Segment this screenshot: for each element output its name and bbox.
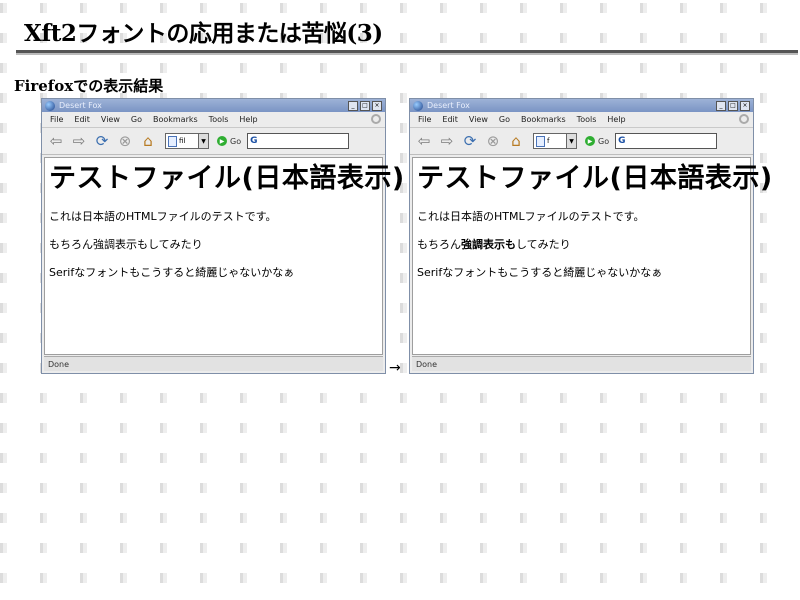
content-line-1: これは日本語のHTMLファイルのテストです。 bbox=[49, 210, 277, 223]
menu-tools[interactable]: Tools bbox=[577, 115, 597, 124]
back-arrow-icon[interactable]: ⇦ bbox=[414, 132, 434, 150]
menu-bookmarks[interactable]: Bookmarks bbox=[153, 115, 198, 124]
menu-bar: File Edit View Go Bookmarks Tools Help bbox=[42, 112, 385, 128]
menu-go[interactable]: Go bbox=[131, 115, 142, 124]
close-icon[interactable]: × bbox=[740, 100, 750, 111]
content-heading: テストファイル(日本語表示) bbox=[417, 163, 773, 194]
go-button[interactable]: ▶ Go bbox=[585, 136, 609, 146]
firefox-logo-icon bbox=[413, 100, 423, 111]
menu-file[interactable]: File bbox=[50, 115, 63, 124]
menu-view[interactable]: View bbox=[101, 115, 120, 124]
status-text: Done bbox=[48, 359, 70, 369]
section-label: Firefoxでの表示結果 bbox=[14, 77, 164, 95]
go-label: Go bbox=[230, 136, 242, 146]
stop-icon[interactable]: ⊗ bbox=[115, 132, 135, 150]
content-line-2: もちろん強調表示もしてみたり bbox=[417, 238, 571, 251]
browser-window-right: Desert Fox _ □ × File Edit View Go Bookm… bbox=[409, 98, 773, 374]
menu-edit[interactable]: Edit bbox=[442, 115, 458, 124]
menu-help[interactable]: Help bbox=[607, 115, 625, 124]
firefox-logo-icon bbox=[45, 100, 55, 111]
url-input[interactable]: f bbox=[533, 133, 567, 149]
title-divider bbox=[16, 50, 798, 53]
home-icon[interactable]: ⌂ bbox=[138, 132, 158, 150]
go-label: Go bbox=[598, 136, 610, 146]
google-search-icon: G bbox=[618, 136, 626, 146]
menu-file[interactable]: File bbox=[418, 115, 431, 124]
forward-arrow-icon[interactable]: ⇨ bbox=[69, 132, 89, 150]
go-button[interactable]: ▶ Go bbox=[217, 136, 241, 146]
menu-view[interactable]: View bbox=[469, 115, 488, 124]
menu-bar: File Edit View Go Bookmarks Tools Help bbox=[410, 112, 753, 128]
search-input[interactable]: G bbox=[247, 133, 350, 149]
minimize-icon[interactable]: _ bbox=[716, 100, 726, 111]
page-icon bbox=[168, 135, 177, 147]
close-icon[interactable]: × bbox=[372, 100, 382, 111]
reload-icon[interactable]: ⟳ bbox=[460, 132, 480, 150]
url-text: fil bbox=[179, 137, 186, 145]
status-bar: Done bbox=[412, 356, 751, 371]
menu-go[interactable]: Go bbox=[499, 115, 510, 124]
navigation-toolbar: ⇦ ⇨ ⟳ ⊗ ⌂ f ▼ ▶ Go G bbox=[410, 128, 753, 155]
menu-tools[interactable]: Tools bbox=[209, 115, 229, 124]
content-line-2: もちろん強調表示もしてみたり bbox=[49, 238, 203, 251]
content-line-3: Serifなフォントもこうすると綺麗じゃないかなぁ bbox=[417, 266, 663, 279]
page-content: テストファイル(日本語表示) これは日本語のHTMLファイルのテストです。 もち… bbox=[412, 157, 773, 355]
content-line-3: Serifなフォントもこうすると綺麗じゃないかなぁ bbox=[49, 266, 295, 279]
content-heading: テストファイル(日本語表示) bbox=[49, 163, 405, 194]
menu-help[interactable]: Help bbox=[239, 115, 257, 124]
url-dropdown-button[interactable]: ▼ bbox=[199, 133, 209, 149]
page-title: Xft2フォントの応用または苦悩(3) bbox=[24, 20, 383, 47]
back-arrow-icon[interactable]: ⇦ bbox=[46, 132, 66, 150]
browser-window-left: Desert Fox _ □ × File Edit View Go Bookm… bbox=[41, 98, 405, 374]
minimize-icon[interactable]: _ bbox=[348, 100, 358, 111]
throbber-icon bbox=[371, 114, 381, 124]
url-dropdown-button[interactable]: ▼ bbox=[567, 133, 577, 149]
window-title: Desert Fox bbox=[427, 101, 470, 110]
status-bar: Done bbox=[44, 356, 383, 371]
maximize-icon[interactable]: □ bbox=[360, 100, 370, 111]
window-titlebar[interactable]: Desert Fox _ □ × bbox=[42, 99, 385, 112]
window-titlebar[interactable]: Desert Fox _ □ × bbox=[410, 99, 753, 112]
search-input[interactable]: G bbox=[615, 133, 718, 149]
forward-arrow-icon[interactable]: ⇨ bbox=[437, 132, 457, 150]
content-line-1: これは日本語のHTMLファイルのテストです。 bbox=[417, 210, 645, 223]
go-arrow-icon: ▶ bbox=[217, 136, 227, 146]
url-input[interactable]: fil bbox=[165, 133, 199, 149]
google-search-icon: G bbox=[250, 136, 258, 146]
menu-bookmarks[interactable]: Bookmarks bbox=[521, 115, 566, 124]
url-text: f bbox=[547, 137, 550, 145]
menu-edit[interactable]: Edit bbox=[74, 115, 90, 124]
window-title: Desert Fox bbox=[59, 101, 102, 110]
go-arrow-icon: ▶ bbox=[585, 136, 595, 146]
navigation-toolbar: ⇦ ⇨ ⟳ ⊗ ⌂ fil ▼ ▶ Go G bbox=[42, 128, 385, 155]
throbber-icon bbox=[739, 114, 749, 124]
comparison-arrow: → bbox=[389, 360, 401, 376]
stop-icon[interactable]: ⊗ bbox=[483, 132, 503, 150]
page-icon bbox=[536, 135, 545, 147]
home-icon[interactable]: ⌂ bbox=[506, 132, 526, 150]
status-text: Done bbox=[416, 359, 438, 369]
reload-icon[interactable]: ⟳ bbox=[92, 132, 112, 150]
maximize-icon[interactable]: □ bbox=[728, 100, 738, 111]
page-content: テストファイル(日本語表示) これは日本語のHTMLファイルのテストです。 もち… bbox=[44, 157, 405, 355]
